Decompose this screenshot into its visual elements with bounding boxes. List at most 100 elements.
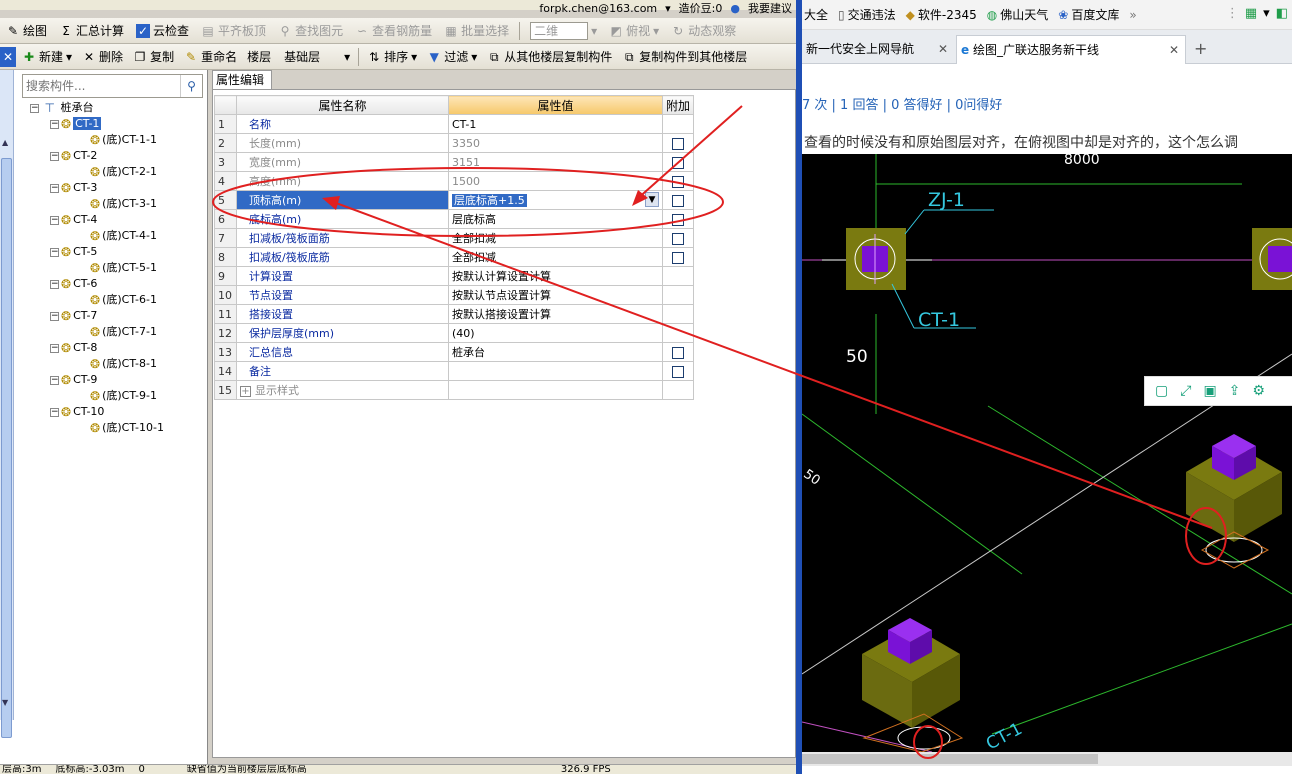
find-element-button[interactable]: ⚲ 查找图元 (274, 20, 347, 42)
bookmark-item[interactable]: ◍ 佛山天气 (987, 6, 1049, 23)
book-icon[interactable]: ◧ (1276, 6, 1288, 21)
property-name-cell[interactable]: 底标高(m) (236, 209, 449, 229)
close-tab-icon[interactable]: ✕ (1169, 36, 1179, 64)
browser-tab-inactive[interactable]: 新一代安全上网导航 ✕ (802, 35, 954, 64)
bookmark-item[interactable]: ❀ 百度文库 (1058, 6, 1119, 23)
property-value[interactable]: 层底标高 (452, 213, 496, 226)
property-row[interactable]: 4 高度(mm) 1500 (214, 171, 695, 191)
tree-child-item[interactable]: ❂ (底)CT-3-1 (88, 196, 206, 212)
bell-icon[interactable]: ● (730, 2, 740, 15)
sort-button[interactable]: ⇅ 排序 ▾ (363, 46, 421, 68)
property-value[interactable]: 桩承台 (452, 346, 485, 359)
property-name-cell[interactable]: 搭接设置 (236, 304, 449, 324)
property-name-cell[interactable]: 计算设置 (236, 266, 449, 286)
property-row[interactable]: 5 顶标高(m) 层底标高+1.5 ▼ (214, 190, 695, 210)
copy-from-floor-button[interactable]: ⧉ 从其他楼层复制构件 (483, 46, 616, 68)
property-value-cell[interactable] (448, 380, 663, 400)
attach-checkbox[interactable] (672, 251, 684, 264)
attach-cell[interactable] (661, 380, 695, 400)
tree-item[interactable]: − ❂ CT-1 (50, 116, 206, 132)
property-value-cell[interactable]: (40) (448, 323, 663, 343)
attach-checkbox[interactable] (672, 346, 684, 359)
delete-button[interactable]: ✕ 删除 (78, 46, 127, 68)
more-bookmarks-icon[interactable]: » (1129, 8, 1136, 22)
attach-checkbox[interactable] (672, 175, 684, 188)
tab-property-edit[interactable]: 属性编辑 (212, 70, 272, 89)
tree-item[interactable]: − ❂ CT-8 (50, 340, 206, 356)
collapse-icon[interactable]: − (50, 375, 59, 385)
tree-child-item[interactable]: ❂ (底)CT-2-1 (88, 164, 206, 180)
account-email[interactable]: forpk.chen@163.com (539, 2, 657, 15)
attach-cell[interactable] (661, 133, 695, 153)
filter-button[interactable]: ▼ 过滤 ▾ (423, 46, 481, 68)
tree-item[interactable]: − ❂ CT-2 (50, 148, 206, 164)
property-row[interactable]: 1 名称 CT-1 (214, 114, 695, 134)
browser-tab-active[interactable]: e 绘图_广联达服务新干线 ✕ (956, 35, 1186, 64)
tree-child-item[interactable]: ❂ (底)CT-6-1 (88, 292, 206, 308)
attach-cell[interactable] (661, 342, 695, 362)
attach-checkbox[interactable] (672, 194, 684, 207)
apps-grid-icon[interactable]: ▦ (1245, 6, 1257, 21)
property-value-cell[interactable]: 层底标高 (448, 209, 663, 229)
attach-cell[interactable] (661, 285, 695, 305)
cloud-check-button[interactable]: ✓ 云检查 (132, 20, 193, 42)
property-value-cell[interactable]: 按默认计算设置计算 (448, 266, 663, 286)
property-name-cell[interactable]: 备注 (236, 361, 449, 381)
collapse-icon[interactable]: − (50, 215, 59, 225)
property-row[interactable]: 10 节点设置 按默认节点设置计算 (214, 285, 695, 305)
property-value-cell[interactable]: CT-1 (448, 114, 663, 134)
property-row[interactable]: 2 长度(mm) 3350 (214, 133, 695, 153)
feedback-link[interactable]: 我要建议 (748, 0, 792, 16)
expand-icon[interactable]: ⤢ (1180, 383, 1191, 399)
scroll-thumb[interactable] (1, 158, 12, 738)
scroll-up-icon[interactable]: ▲ (2, 138, 11, 148)
attach-checkbox[interactable] (672, 156, 684, 169)
tree-child-item[interactable]: ❂ (底)CT-10-1 (88, 420, 206, 436)
property-value-cell[interactable]: 全部扣减 (448, 228, 663, 248)
attach-cell[interactable] (661, 247, 695, 267)
flat-top-button[interactable]: ▤ 平齐板顶 (197, 20, 270, 42)
floor-select[interactable]: 基础层 ▾ (277, 46, 354, 68)
property-value[interactable]: 全部扣减 (452, 251, 496, 264)
settings-icon[interactable]: ⚙ (1252, 383, 1265, 399)
scroll-down-icon[interactable]: ▼ (2, 698, 11, 708)
property-name-cell[interactable]: 扣减板/筏板面筋 (236, 228, 449, 248)
collapse-icon[interactable]: − (50, 247, 59, 257)
bookmark-item[interactable]: 大全 (804, 6, 828, 23)
attach-cell[interactable] (661, 114, 695, 134)
property-value[interactable]: 按默认计算设置计算 (452, 270, 551, 283)
chevron-down-icon[interactable]: ▾ (1263, 6, 1270, 21)
attach-cell[interactable] (661, 190, 695, 210)
tree-child-item[interactable]: ❂ (底)CT-8-1 (88, 356, 206, 372)
collapse-icon[interactable]: − (50, 343, 59, 353)
view-rebar-button[interactable]: ∽ 查看钢筋量 (351, 20, 436, 42)
tree-item[interactable]: − ❂ CT-4 (50, 212, 206, 228)
property-name-cell[interactable]: 顶标高(m) (236, 190, 449, 210)
tree-item[interactable]: − ❂ CT-5 (50, 244, 206, 260)
bookmark-item[interactable]: ▯ 交通违法 (838, 6, 896, 23)
rename-button[interactable]: ✎ 重命名 (180, 46, 241, 68)
attach-cell[interactable] (661, 228, 695, 248)
draw-button[interactable]: ✎ 绘图 (2, 20, 51, 42)
property-value[interactable]: 按默认节点设置计算 (452, 289, 551, 302)
collapse-icon[interactable]: − (50, 151, 59, 161)
property-value[interactable]: CT-1 (452, 118, 476, 131)
property-row[interactable]: 13 汇总信息 桩承台 (214, 342, 695, 362)
property-row[interactable]: 6 底标高(m) 层底标高 (214, 209, 695, 229)
save-icon[interactable]: ▣ (1203, 383, 1216, 399)
property-row[interactable]: 8 扣减板/筏板底筋 全部扣减 (214, 247, 695, 267)
property-value-editor[interactable]: 层底标高+1.5 (452, 194, 527, 207)
attach-cell[interactable] (661, 304, 695, 324)
collapse-icon[interactable]: − (30, 103, 39, 113)
crop-icon[interactable]: ▢ (1155, 383, 1168, 399)
property-name-cell[interactable]: 保护层厚度(mm) (236, 323, 449, 343)
copy-button[interactable]: ❐ 复制 (129, 46, 178, 68)
attach-cell[interactable] (661, 209, 695, 229)
scroll-thumb[interactable] (802, 754, 1098, 764)
tree-item[interactable]: − ❂ CT-10 (50, 404, 206, 420)
expand-icon[interactable]: + (240, 386, 251, 397)
close-tab-icon[interactable]: ✕ (938, 35, 948, 63)
property-value[interactable]: 按默认搭接设置计算 (452, 308, 551, 321)
attach-cell[interactable] (661, 152, 695, 172)
property-value-cell[interactable]: 层底标高+1.5 ▼ (448, 190, 663, 210)
